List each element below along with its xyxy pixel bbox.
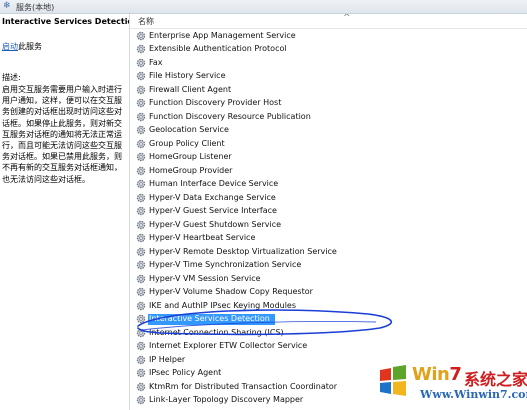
watermark-url: Www.Winwin7.com — [420, 388, 527, 401]
service-gear-icon — [136, 125, 146, 135]
service-name: Hyper-V Remote Desktop Virtualization Se… — [149, 246, 337, 256]
column-header-name[interactable]: 名称 — [138, 16, 154, 27]
service-row[interactable]: Hyper-V Time Synchronization Service — [130, 259, 527, 273]
windows-flag-icon — [380, 365, 406, 396]
service-name: IP Helper — [149, 354, 186, 364]
service-name: Fax — [149, 57, 163, 67]
service-name: Extensible Authentication Protocol — [149, 44, 287, 53]
service-row[interactable]: Human Interface Device Service — [130, 178, 527, 192]
service-name: Geolocation Service — [149, 125, 229, 134]
service-gear-icon — [136, 31, 146, 40]
service-name: Link-Layer Topology Discovery Mapper — [149, 395, 304, 404]
service-name: Hyper-V Time Synchronization Service — [149, 260, 302, 269]
service-row[interactable]: Hyper-V Guest Service Interface — [130, 205, 527, 219]
service-gear-icon — [136, 368, 146, 378]
start-service-suffix: 此服务 — [18, 42, 42, 51]
watermark-brand-cn: 系统之家 — [464, 370, 527, 389]
service-gear-icon — [136, 166, 146, 175]
detail-service-title: Interactive Services Detection — [2, 17, 139, 26]
start-service-link[interactable]: 启动 — [2, 42, 18, 51]
service-name: Hyper-V Heartbeat Service — [149, 233, 256, 242]
service-description: 启用交互服务需要用户输入时进行用户通知，这样，便可以在交互服务创建的对话框出现时… — [2, 85, 122, 184]
service-row[interactable]: Extensible Authentication Protocol — [130, 43, 527, 57]
service-row[interactable]: File History Service — [130, 70, 527, 84]
service-gear-icon — [136, 233, 146, 243]
service-gear-icon — [136, 85, 146, 94]
service-gear-icon — [136, 287, 146, 297]
watermark-brand: Win7 — [412, 364, 462, 385]
service-row[interactable]: Hyper-V Guest Shutdown Service — [130, 218, 527, 232]
service-gear-icon — [136, 193, 146, 202]
service-row[interactable]: Hyper-V Data Exchange Service — [130, 191, 527, 205]
service-row[interactable]: Hyper-V VM Session Service — [130, 272, 527, 286]
service-name: Human Interface Device Service — [149, 179, 279, 188]
service-name: HomeGroup Listener — [149, 152, 232, 161]
service-gear-icon — [136, 98, 146, 108]
service-gear-icon — [136, 58, 146, 67]
service-row[interactable]: Hyper-V Volume Shadow Copy Requestor — [130, 286, 527, 300]
service-row[interactable]: HomeGroup Listener — [130, 151, 527, 165]
service-gear-icon — [136, 44, 146, 54]
service-row[interactable]: HomeGroup Provider — [130, 164, 527, 178]
site-watermark: Win7 系统之家 Www.Winwin7.com — [368, 358, 527, 410]
detail-pane: Interactive Services Detection 启动此服务 描述:… — [0, 14, 139, 410]
service-name: Enterprise App Management Service — [149, 30, 296, 40]
service-name: IPsec Policy Agent — [149, 368, 222, 377]
service-name: Hyper-V Volume Shadow Copy Requestor — [149, 287, 313, 296]
service-name: Group Policy Client — [149, 138, 225, 148]
hand-drawn-circle-annotation — [137, 309, 393, 336]
service-row[interactable]: Hyper-V Remote Desktop Virtualization Se… — [130, 245, 527, 259]
service-name: Firewall Client Agent — [149, 84, 232, 94]
service-row[interactable]: Hyper-V Heartbeat Service — [130, 232, 527, 246]
service-name: File History Service — [149, 71, 226, 80]
service-row[interactable]: Fax — [130, 56, 527, 70]
service-row[interactable]: Function Discovery Provider Host — [130, 97, 527, 111]
service-gear-icon — [136, 71, 146, 81]
service-gear-icon — [136, 206, 146, 216]
service-row[interactable]: Function Discovery Resource Publication — [130, 110, 527, 124]
service-gear-icon — [136, 260, 146, 270]
service-name: Hyper-V Data Exchange Service — [149, 192, 276, 202]
window-titlebar: ❄ 服务(本地) — [0, 0, 527, 14]
service-name: Function Discovery Resource Publication — [149, 111, 311, 121]
service-gear-icon — [136, 355, 146, 364]
service-row[interactable]: Geolocation Service — [130, 124, 527, 138]
service-name: Function Discovery Provider Host — [149, 98, 282, 107]
service-gear-icon — [136, 247, 146, 256]
service-gear-icon — [136, 139, 146, 148]
service-gear-icon — [136, 179, 146, 189]
service-name: HomeGroup Provider — [149, 165, 233, 175]
description-label: 描述: — [2, 73, 21, 82]
service-name: Hyper-V VM Session Service — [149, 273, 261, 283]
service-name: Hyper-V Guest Shutdown Service — [149, 219, 282, 229]
service-gear-icon — [136, 382, 146, 391]
service-gear-icon — [136, 395, 146, 405]
service-gear-icon — [136, 112, 146, 121]
window-title: 服务(本地) — [16, 3, 55, 12]
list-header: 名称 ^ — [130, 14, 527, 29]
service-row[interactable]: Enterprise App Management Service — [130, 29, 527, 43]
services-list: 名称 ^ Enterprise App Management Service Ex… — [130, 14, 527, 410]
service-gear-icon — [136, 220, 146, 229]
service-gear-icon — [136, 274, 146, 283]
service-name: Hyper-V Guest Service Interface — [149, 206, 277, 215]
service-gear-icon — [136, 152, 146, 162]
service-row[interactable]: Firewall Client Agent — [130, 83, 527, 97]
services-icon: ❄ — [3, 1, 11, 11]
start-service-line: 启动此服务 — [2, 41, 42, 52]
service-name: KtmRm for Distributed Transaction Coordi… — [149, 381, 338, 391]
sort-ascending-icon: ^ — [343, 14, 351, 23]
service-row[interactable]: Group Policy Client — [130, 137, 527, 151]
